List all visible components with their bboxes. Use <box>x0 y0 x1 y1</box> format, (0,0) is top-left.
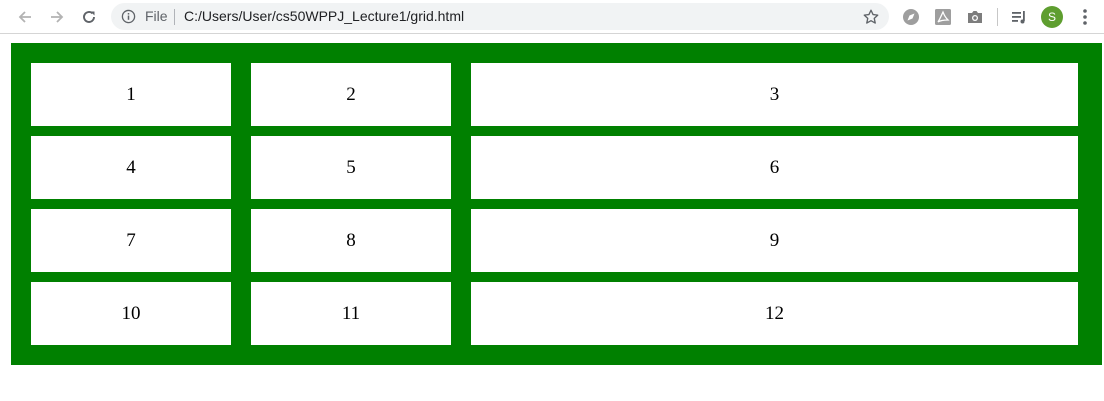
camera-extension-icon[interactable] <box>965 7 985 27</box>
compass-extension-icon[interactable] <box>901 7 921 27</box>
grid-cell: 8 <box>251 209 451 272</box>
address-bar[interactable]: File C:/Users/User/cs50WPPJ_Lecture1/gri… <box>111 3 889 30</box>
kebab-menu-icon[interactable] <box>1077 7 1093 27</box>
grid-cell: 10 <box>31 282 231 345</box>
browser-toolbar: File C:/Users/User/cs50WPPJ_Lecture1/gri… <box>0 0 1104 34</box>
grid-container: 1 2 3 4 5 6 7 8 9 10 11 12 <box>11 43 1102 365</box>
grid-cell: 1 <box>31 63 231 126</box>
info-icon[interactable] <box>121 9 136 24</box>
grid-cell: 7 <box>31 209 231 272</box>
address-separator <box>174 9 175 25</box>
grid-cell: 4 <box>31 136 231 199</box>
url-text[interactable]: C:/Users/User/cs50WPPJ_Lecture1/grid.htm… <box>184 3 464 30</box>
pdf-extension-icon[interactable] <box>933 7 953 27</box>
media-controls-icon[interactable] <box>1009 7 1029 27</box>
reload-icon[interactable] <box>77 5 101 29</box>
grid-cell: 5 <box>251 136 451 199</box>
grid-cell: 6 <box>471 136 1078 199</box>
toolbar-separator <box>997 8 998 26</box>
grid-cell: 12 <box>471 282 1078 345</box>
scheme-label: File <box>145 8 168 24</box>
grid-cell: 3 <box>471 63 1078 126</box>
forward-arrow-icon[interactable] <box>45 5 69 29</box>
back-arrow-icon[interactable] <box>13 5 37 29</box>
grid-cell: 2 <box>251 63 451 126</box>
star-icon[interactable] <box>862 8 880 26</box>
grid-cell: 9 <box>471 209 1078 272</box>
grid-cell: 11 <box>251 282 451 345</box>
profile-avatar[interactable]: S <box>1041 6 1063 28</box>
